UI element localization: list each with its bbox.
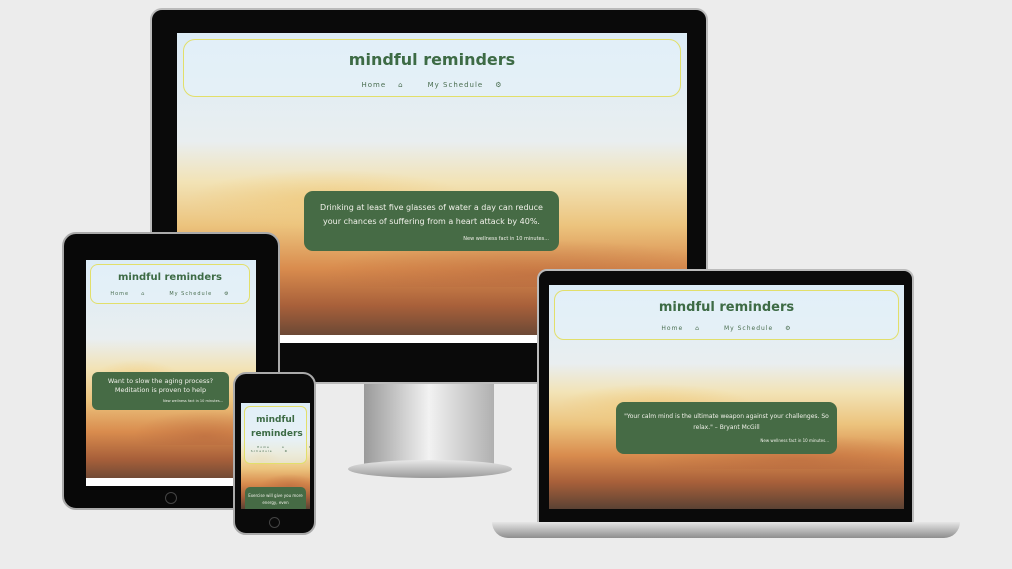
countdown-text: New wellness fact in 10 minutes... xyxy=(760,438,829,443)
gear-icon: ⚙ xyxy=(224,291,230,297)
fact-card: Want to slow the aging process? Meditati… xyxy=(92,372,229,410)
nav-home[interactable]: Home ⌂ xyxy=(104,291,151,297)
fact-card: Exercise will give you more energy, even xyxy=(245,487,306,509)
countdown-text: New wellness fact in 10 minutes... xyxy=(163,399,223,403)
site-nav: Home⌂ My Schedule⚙ xyxy=(91,291,249,297)
monitor-base xyxy=(348,460,512,478)
phone-screen: mindful reminders Home⌂My Schedule⚙ Exer… xyxy=(241,403,310,509)
nav-schedule[interactable]: My Schedule⚙ xyxy=(422,81,509,89)
site-title: mindful reminders xyxy=(348,50,516,69)
home-button[interactable] xyxy=(165,492,177,504)
countdown-text: New wellness fact in 10 minutes... xyxy=(463,236,549,242)
fact-text: Want to slow the aging process? Meditati… xyxy=(107,377,214,394)
monitor-stand xyxy=(364,384,494,464)
home-icon: ⌂ xyxy=(141,291,146,297)
nav-home[interactable]: Home ⌂ xyxy=(356,81,410,89)
site-nav: Home⌂My Schedule⚙ xyxy=(245,445,310,453)
gear-icon: ⚙ xyxy=(785,325,792,332)
laptop-screen: mindful reminders Home ⌂ My Schedule ⚙ "You… xyxy=(549,285,904,509)
fact-card: Drinking at least five glasses of water … xyxy=(304,191,559,251)
site-header: mindful reminders Home⌂My Schedule⚙ xyxy=(244,406,310,464)
nav-home[interactable]: Home ⌂ xyxy=(655,325,706,332)
tablet-screen: mindful reminders Home ⌂ My Schedule ⚙ Want… xyxy=(86,260,256,486)
site-title: mindful reminders xyxy=(117,272,222,283)
site-title: mindful reminders xyxy=(658,300,795,315)
laptop: mindful reminders Home ⌂ My Schedule ⚙ "You… xyxy=(537,269,914,524)
site-nav: Home⌂ My Schedule⚙ xyxy=(555,325,898,332)
home-icon: ⌂ xyxy=(695,325,700,332)
site-header: mindful reminders Home⌂ My Schedule⚙ xyxy=(183,39,681,97)
site-nav: Home⌂ My Schedule⚙ xyxy=(184,81,680,89)
phone: mindful reminders Home⌂My Schedule⚙ Exer… xyxy=(233,372,316,535)
laptop-base xyxy=(492,522,960,538)
nav-schedule[interactable]: My Schedule⚙ xyxy=(718,325,798,332)
fact-text: Drinking at least five glasses of water … xyxy=(320,203,543,226)
fact-card: "Your calm mind is the ultimate weapon a… xyxy=(616,402,837,454)
site-header: mindful reminders Home⌂ My Schedule⚙ xyxy=(90,264,250,304)
gear-icon: ⚙ xyxy=(495,81,503,89)
nav-schedule[interactable]: My Schedule⚙ xyxy=(163,291,235,297)
site-title: mindful reminders xyxy=(251,415,303,439)
fact-text: "Your calm mind is the ultimate weapon a… xyxy=(624,413,829,431)
site-header: mindful reminders Home⌂ My Schedule⚙ xyxy=(554,290,899,340)
gear-icon: ⚙ xyxy=(284,449,289,453)
fact-text: Exercise will give you more energy, even xyxy=(248,493,303,505)
footer-strip xyxy=(86,478,256,486)
home-icon: ⌂ xyxy=(398,81,404,89)
home-button[interactable] xyxy=(269,517,280,528)
